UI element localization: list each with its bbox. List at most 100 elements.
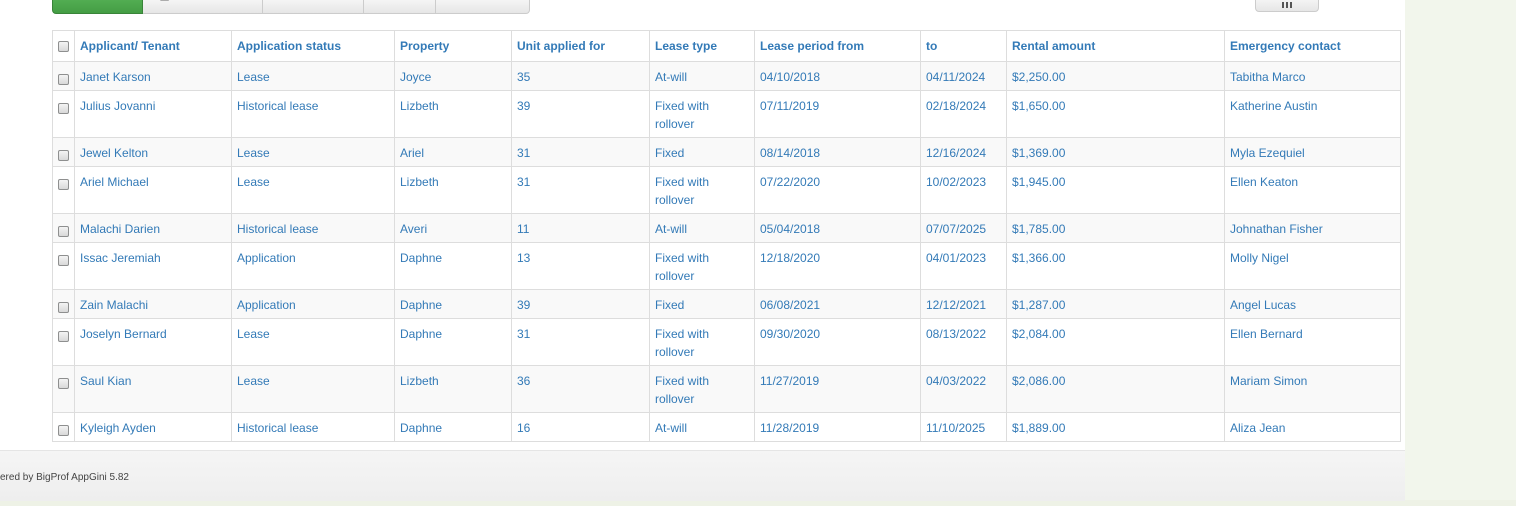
lease-type-cell[interactable]: Fixed with rollover: [649, 90, 755, 138]
lease-to-cell[interactable]: 04/01/2023: [920, 242, 1007, 290]
col-emergency-contact[interactable]: Emergency contact: [1224, 30, 1401, 62]
lease-type-cell[interactable]: Fixed with rollover: [649, 318, 755, 366]
unit-cell[interactable]: 39: [511, 289, 650, 319]
lease-from-cell[interactable]: 11/28/2019: [754, 412, 921, 442]
row-checkbox[interactable]: [58, 74, 69, 86]
unit-cell[interactable]: 36: [511, 365, 650, 413]
row-checkbox[interactable]: [58, 150, 69, 162]
lease-from-cell[interactable]: 12/18/2020: [754, 242, 921, 290]
unit-cell[interactable]: 35: [511, 61, 650, 91]
tenant-cell[interactable]: Janet Karson: [74, 61, 232, 91]
lease-type-cell[interactable]: Fixed with rollover: [649, 365, 755, 413]
show-all-button[interactable]: ↻ Show All: [435, 0, 530, 14]
emergency-contact-cell[interactable]: Myla Ezequiel: [1224, 137, 1401, 167]
status-cell[interactable]: Application: [231, 289, 395, 319]
emergency-contact-cell[interactable]: Molly Nigel: [1224, 242, 1401, 290]
unit-cell[interactable]: 31: [511, 318, 650, 366]
row-checkbox[interactable]: [58, 331, 69, 343]
status-cell[interactable]: Lease: [231, 137, 395, 167]
table-row[interactable]: Saul Kian Lease Lizbeth 36 Fixed with rollov…: [52, 365, 1401, 413]
rental-amount-cell[interactable]: $1,366.00: [1006, 242, 1225, 290]
table-row[interactable]: Jewel Kelton Lease Ariel 31 Fixed 08/14/2018 1…: [52, 137, 1401, 167]
unit-cell[interactable]: 31: [511, 166, 650, 214]
status-cell[interactable]: Historical lease: [231, 213, 395, 243]
table-row[interactable]: Zain Malachi Application Daphne 39 Fixed 06/0…: [52, 289, 1401, 319]
lease-type-cell[interactable]: At-will: [649, 412, 755, 442]
col-applicant-tenant[interactable]: Applicant/ Tenant: [74, 30, 232, 62]
status-cell[interactable]: Lease: [231, 318, 395, 366]
lease-to-cell[interactable]: 04/11/2024: [920, 61, 1007, 91]
lease-type-cell[interactable]: At-will: [649, 61, 755, 91]
table-row[interactable]: Malachi Darien Historical lease Averi 11 At-…: [52, 213, 1401, 243]
row-checkbox[interactable]: [58, 425, 69, 437]
rental-amount-cell[interactable]: $1,650.00: [1006, 90, 1225, 138]
col-rental-amount[interactable]: Rental amount: [1006, 30, 1225, 62]
lease-from-cell[interactable]: 07/11/2019: [754, 90, 921, 138]
tenant-cell[interactable]: Jewel Kelton: [74, 137, 232, 167]
table-row[interactable]: Joselyn Bernard Lease Daphne 31 Fixed with r…: [52, 318, 1401, 366]
property-cell[interactable]: Lizbeth: [394, 166, 512, 214]
col-unit-applied-for[interactable]: Unit applied for: [511, 30, 650, 62]
tenant-cell[interactable]: Issac Jeremiah: [74, 242, 232, 290]
lease-type-cell[interactable]: Fixed: [649, 289, 755, 319]
lease-type-cell[interactable]: Fixed: [649, 137, 755, 167]
rental-amount-cell[interactable]: $1,287.00: [1006, 289, 1225, 319]
rental-amount-cell[interactable]: $1,785.00: [1006, 213, 1225, 243]
lease-from-cell[interactable]: 07/22/2020: [754, 166, 921, 214]
status-cell[interactable]: Application: [231, 242, 395, 290]
col-lease-period-to[interactable]: to: [920, 30, 1007, 62]
lease-type-cell[interactable]: At-will: [649, 213, 755, 243]
lease-to-cell[interactable]: 12/12/2021: [920, 289, 1007, 319]
status-cell[interactable]: Lease: [231, 166, 395, 214]
emergency-contact-cell[interactable]: Ellen Keaton: [1224, 166, 1401, 214]
tenant-cell[interactable]: Ariel Michael: [74, 166, 232, 214]
lease-from-cell[interactable]: 06/08/2021: [754, 289, 921, 319]
table-row[interactable]: Julius Jovanni Historical lease Lizbeth 39 F…: [52, 90, 1401, 138]
property-cell[interactable]: Daphne: [394, 318, 512, 366]
lease-type-cell[interactable]: Fixed with rollover: [649, 166, 755, 214]
tenant-cell[interactable]: Zain Malachi: [74, 289, 232, 319]
table-row[interactable]: Janet Karson Lease Joyce 35 At-will 04/10/201…: [52, 61, 1401, 91]
col-property[interactable]: Property: [394, 30, 512, 62]
rental-amount-cell[interactable]: $1,945.00: [1006, 166, 1225, 214]
rental-amount-cell[interactable]: $2,084.00: [1006, 318, 1225, 366]
unit-cell[interactable]: 16: [511, 412, 650, 442]
tenant-cell[interactable]: Julius Jovanni: [74, 90, 232, 138]
unit-cell[interactable]: 39: [511, 90, 650, 138]
property-cell[interactable]: Daphne: [394, 412, 512, 442]
tenant-cell[interactable]: Kyleigh Ayden: [74, 412, 232, 442]
row-checkbox[interactable]: [58, 179, 69, 191]
col-lease-type[interactable]: Lease type: [649, 30, 755, 62]
filter-button[interactable]: ▾ Filter: [364, 0, 436, 14]
tenant-cell[interactable]: Malachi Darien: [74, 213, 232, 243]
property-cell[interactable]: Lizbeth: [394, 365, 512, 413]
lease-to-cell[interactable]: 08/13/2022: [920, 318, 1007, 366]
table-row[interactable]: Kyleigh Ayden Historical lease Daphne 16 At-…: [52, 412, 1401, 442]
lease-to-cell[interactable]: 07/07/2025: [920, 213, 1007, 243]
row-checkbox[interactable]: [58, 378, 69, 390]
rental-amount-cell[interactable]: $2,086.00: [1006, 365, 1225, 413]
lease-from-cell[interactable]: 11/27/2019: [754, 365, 921, 413]
emergency-contact-cell[interactable]: Katherine Austin: [1224, 90, 1401, 138]
emergency-contact-cell[interactable]: Mariam Simon: [1224, 365, 1401, 413]
status-cell[interactable]: Lease: [231, 61, 395, 91]
lease-type-cell[interactable]: Fixed with rollover: [649, 242, 755, 290]
table-row[interactable]: Issac Jeremiah Application Daphne 13 Fixed w…: [52, 242, 1401, 290]
lease-from-cell[interactable]: 04/10/2018: [754, 61, 921, 91]
lease-to-cell[interactable]: 02/18/2024: [920, 90, 1007, 138]
lease-to-cell[interactable]: 11/10/2025: [920, 412, 1007, 442]
lease-to-cell[interactable]: 10/02/2023: [920, 166, 1007, 214]
status-cell[interactable]: Lease: [231, 365, 395, 413]
unit-cell[interactable]: 13: [511, 242, 650, 290]
col-lease-period-from[interactable]: Lease period from: [754, 30, 921, 62]
emergency-contact-cell[interactable]: Aliza Jean: [1224, 412, 1401, 442]
row-checkbox[interactable]: [58, 302, 69, 314]
emergency-contact-cell[interactable]: Ellen Bernard: [1224, 318, 1401, 366]
emergency-contact-cell[interactable]: Tabitha Marco: [1224, 61, 1401, 91]
table-row[interactable]: Ariel Michael Lease Lizbeth 31 Fixed with ro…: [52, 166, 1401, 214]
rental-amount-cell[interactable]: $2,250.00: [1006, 61, 1225, 91]
column-chooser-button[interactable]: [1255, 0, 1319, 12]
lease-to-cell[interactable]: 04/03/2022: [920, 365, 1007, 413]
lease-from-cell[interactable]: 08/14/2018: [754, 137, 921, 167]
add-new-button[interactable]: ● Add New: [52, 0, 144, 14]
